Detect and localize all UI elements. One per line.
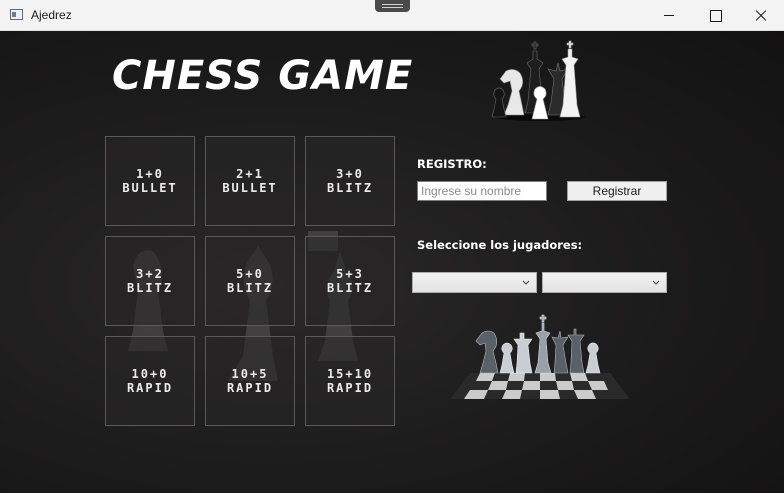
tile-bullet-2-1[interactable]: 2+1 BULLET (205, 136, 295, 226)
minimize-button[interactable] (646, 0, 692, 31)
tile-time-label: 10+5 (231, 367, 269, 381)
close-button[interactable] (738, 0, 784, 31)
tile-blitz-3-2[interactable]: 3+2 BLITZ (105, 236, 195, 326)
tile-mode-label: BLITZ (226, 281, 274, 295)
tile-blitz-5-3[interactable]: 5+3 BLITZ (305, 236, 395, 326)
tile-mode-label: RAPID (326, 381, 374, 395)
chess-pieces-image (491, 40, 585, 121)
select-players-label: Seleccione los jugadores: (417, 238, 583, 252)
maximize-button[interactable] (692, 0, 738, 31)
tile-mode-label: RAPID (126, 381, 174, 395)
chevron-down-icon (652, 280, 660, 285)
player1-select[interactable] (412, 272, 537, 293)
player2-select[interactable] (542, 272, 667, 293)
tile-time-label: 2+1 (236, 167, 264, 181)
chess-board-image (450, 314, 630, 399)
main-panel: CHESS GAME 1+0 BULLET 2+1 BULLET 3+0 BLI… (0, 31, 784, 493)
tile-time-label: 10+0 (131, 367, 169, 381)
tile-time-label: 5+3 (336, 267, 364, 281)
tile-rapid-10-5[interactable]: 10+5 RAPID (205, 336, 295, 426)
register-button[interactable]: Registrar (567, 181, 667, 201)
app-window-icon (10, 9, 23, 20)
snap-layout-handle[interactable] (375, 0, 410, 12)
window-title: Ajedrez (31, 8, 72, 22)
tile-mode-label: BULLET (122, 181, 178, 195)
tile-blitz-3-0[interactable]: 3+0 BLITZ (305, 136, 395, 226)
tile-mode-label: RAPID (226, 381, 274, 395)
tile-mode-label: BLITZ (326, 181, 374, 195)
tile-time-label: 3+2 (136, 267, 164, 281)
window-titlebar: Ajedrez (0, 0, 784, 31)
tile-time-label: 15+10 (326, 367, 374, 381)
registro-label: REGISTRO: (417, 157, 487, 171)
tile-bullet-1-0[interactable]: 1+0 BULLET (105, 136, 195, 226)
chevron-down-icon (522, 280, 530, 285)
tile-blitz-5-0[interactable]: 5+0 BLITZ (205, 236, 295, 326)
tile-time-label: 3+0 (336, 167, 364, 181)
tile-rapid-15-10[interactable]: 15+10 RAPID (305, 336, 395, 426)
tile-rapid-10-0[interactable]: 10+0 RAPID (105, 336, 195, 426)
tile-time-label: 1+0 (136, 167, 164, 181)
tile-mode-label: BLITZ (126, 281, 174, 295)
tile-mode-label: BLITZ (326, 281, 374, 295)
game-title: CHESS GAME (112, 53, 414, 99)
name-input[interactable] (417, 181, 547, 201)
tile-mode-label: BULLET (222, 181, 278, 195)
tile-time-label: 5+0 (236, 267, 264, 281)
